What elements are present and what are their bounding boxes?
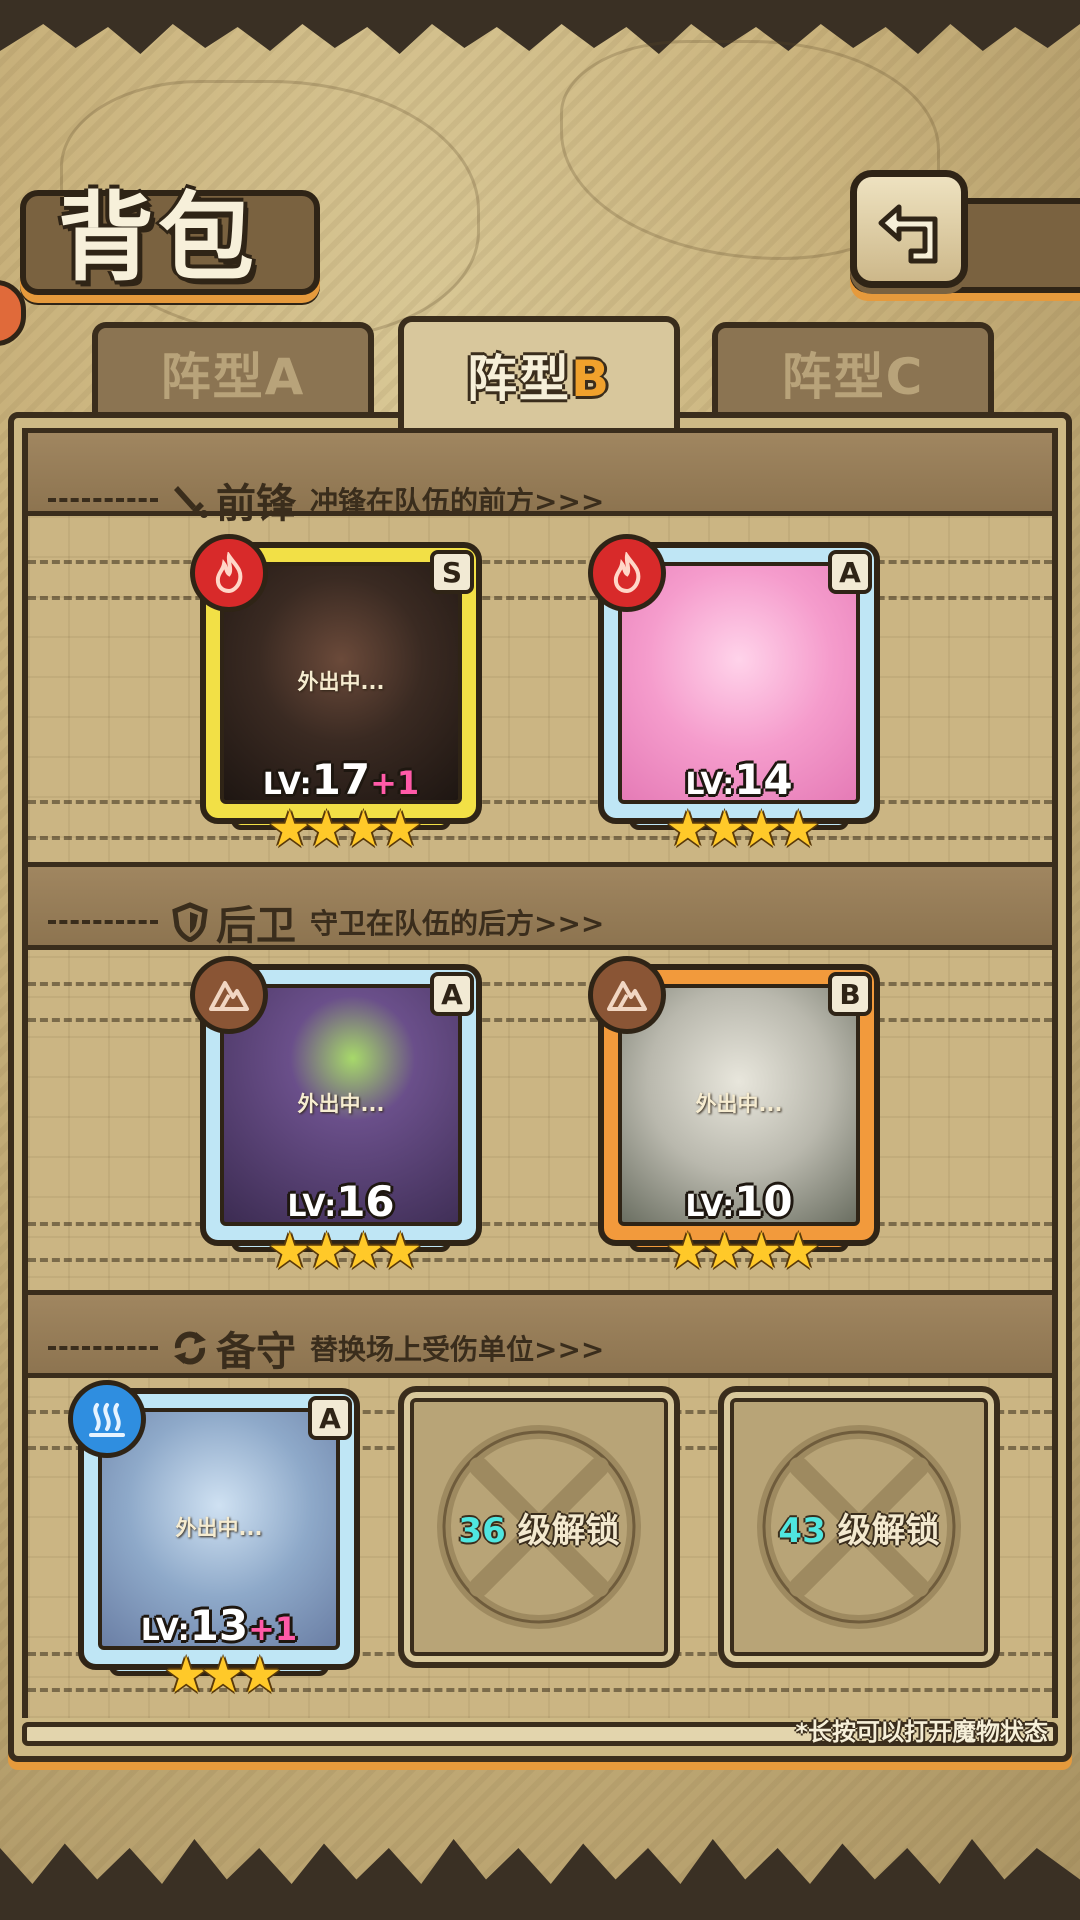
shelf <box>28 560 1052 600</box>
star-icon: ★ <box>702 800 747 858</box>
divider-dashes <box>48 920 158 924</box>
rank-badge: A <box>828 550 872 594</box>
unlock-requirement: 36 级解锁 <box>458 1510 620 1551</box>
star-rating: ★★★ <box>84 1650 354 1700</box>
star-icon: ★ <box>739 1222 784 1280</box>
shield-icon <box>172 902 208 942</box>
unit-card[interactable]: S 外出中... LV:17+1 ★★★★ <box>190 534 482 854</box>
section-title: 前锋 <box>216 480 296 527</box>
star-icon: ★ <box>237 1646 282 1704</box>
swap-icon <box>174 1331 206 1365</box>
star-icon: ★ <box>775 1222 821 1280</box>
unit-level: LV:13+1 <box>140 1601 298 1650</box>
away-status: 外出中... <box>297 670 385 694</box>
rank-badge: B <box>828 972 872 1016</box>
tab-label: 阵型A <box>160 346 306 406</box>
rank-badge: A <box>430 972 474 1016</box>
torn-paper-top <box>0 0 1080 54</box>
backpack-screen: 背包 阵型A 阵型C 阵型B 前锋 冲锋在队伍的前方>>> 后卫 守卫在队伍的后… <box>0 0 1080 1920</box>
star-icon: ★ <box>775 800 821 858</box>
away-status: 外出中... <box>175 1516 263 1540</box>
torn-paper-bottom <box>0 1839 1080 1920</box>
locked-slot[interactable]: 43 级解锁 <box>718 1386 1000 1668</box>
unit-card[interactable]: A 外出中... LV:13+1 ★★★ <box>68 1380 360 1700</box>
away-status: 外出中... <box>297 1092 385 1116</box>
tab-formation-a[interactable]: 阵型A <box>92 322 374 417</box>
star-icon: ★ <box>163 1646 209 1704</box>
star-icon: ★ <box>377 800 423 858</box>
section-title: 备守 <box>216 1328 296 1375</box>
star-icon: ★ <box>739 800 784 858</box>
back-button[interactable] <box>850 170 968 288</box>
star-rating: ★★★★ <box>604 804 874 854</box>
water-icon <box>68 1380 146 1458</box>
star-icon: ★ <box>665 800 710 858</box>
star-icon: ★ <box>341 800 386 858</box>
prev-page-arrow[interactable] <box>0 280 26 346</box>
shelf <box>28 982 1052 1022</box>
unit-card[interactable]: A 外出中... LV:16 ★★★★ <box>190 956 482 1276</box>
fire-icon <box>588 534 666 612</box>
away-status: 外出中... <box>695 1092 783 1116</box>
return-arrow-icon <box>878 204 938 264</box>
unit-level: LV:14 <box>685 755 793 804</box>
earth-icon <box>588 956 666 1034</box>
star-icon: ★ <box>267 800 312 858</box>
unit-level: LV:16 <box>287 1177 395 1226</box>
unit-card[interactable]: B 外出中... LV:10 ★★★★ <box>588 956 880 1276</box>
section-subtitle: 冲锋在队伍的前方>>> <box>310 485 605 518</box>
star-icon: ★ <box>702 1222 747 1280</box>
section-header-reserve: 备守 替换场上受伤单位>>> <box>28 1318 1052 1378</box>
unit-card[interactable]: A LV:14 ★★★★ <box>588 534 880 854</box>
rank-badge: S <box>430 550 474 594</box>
unit-level: LV:17+1 <box>262 755 420 804</box>
section-subtitle: 替换场上受伤单位>>> <box>310 1333 605 1366</box>
star-icon: ★ <box>304 1222 349 1280</box>
star-icon: ★ <box>665 1222 710 1280</box>
shelf <box>28 1222 1052 1262</box>
unlock-requirement: 43 级解锁 <box>778 1510 940 1551</box>
unit-level: LV:10 <box>685 1177 793 1226</box>
locked-slot[interactable]: 36 级解锁 <box>398 1386 680 1668</box>
star-rating: ★★★★ <box>604 1226 874 1276</box>
tab-formation-b[interactable]: 阵型B <box>398 316 680 428</box>
tab-formation-c[interactable]: 阵型C <box>712 322 994 417</box>
page-title: 背包 <box>58 181 258 294</box>
shelf <box>28 800 1052 840</box>
star-icon: ★ <box>304 800 349 858</box>
section-subtitle: 守卫在队伍的后方>>> <box>310 907 605 940</box>
long-press-hint: *长按可以打开魔物状态 <box>795 1718 1048 1746</box>
section-header-back: 后卫 守卫在队伍的后方>>> <box>28 892 1052 952</box>
star-icon: ★ <box>200 1646 246 1704</box>
star-rating: ★★★★ <box>206 804 476 854</box>
tab-label: 阵型C <box>781 346 925 406</box>
section-header-front: 前锋 冲锋在队伍的前方>>> <box>28 470 1052 530</box>
fire-icon <box>190 534 268 612</box>
sword-icon <box>174 486 208 518</box>
earth-icon <box>190 956 268 1034</box>
rank-badge: A <box>308 1396 352 1440</box>
star-rating: ★★★★ <box>206 1226 476 1276</box>
star-icon: ★ <box>377 1222 423 1280</box>
tab-label: 阵型B <box>466 349 612 408</box>
star-icon: ★ <box>341 1222 386 1280</box>
star-icon: ★ <box>267 1222 312 1280</box>
section-title: 后卫 <box>216 902 296 949</box>
divider-dashes <box>48 498 158 502</box>
divider-dashes <box>48 1346 158 1350</box>
